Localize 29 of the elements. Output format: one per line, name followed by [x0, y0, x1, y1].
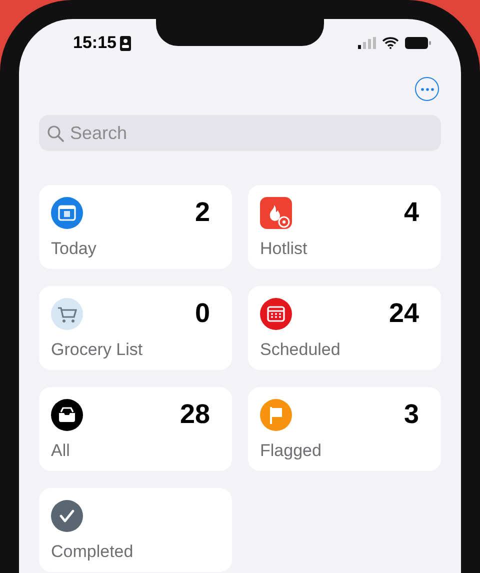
list-label: Flagged	[260, 440, 322, 462]
list-label: All	[51, 440, 71, 462]
list-card[interactable]: 4 Hotlist	[248, 185, 441, 269]
list-count: 28	[180, 399, 211, 429]
list-card[interactable]: 3 Flagged	[248, 387, 441, 471]
contact-card-icon	[120, 36, 132, 50]
wifi-icon	[382, 37, 399, 49]
status-time: 15:15	[73, 32, 116, 54]
battery-icon	[405, 37, 431, 49]
list-card[interactable]: 0 Grocery List	[39, 286, 232, 370]
list-count: 24	[388, 298, 420, 328]
list-label: Grocery List	[51, 338, 144, 360]
list-count: 3	[404, 399, 420, 429]
list-label: Completed	[51, 540, 134, 562]
ellipsis-icon	[420, 88, 434, 90]
list-label: Today	[51, 238, 98, 260]
signal-icon	[358, 37, 376, 49]
search-field[interactable]: Search	[39, 115, 441, 151]
more-button[interactable]	[415, 77, 439, 101]
list-count: 0	[194, 298, 211, 328]
search-icon	[47, 125, 64, 142]
list-label: Scheduled	[260, 338, 342, 360]
list-card[interactable]: Completed	[39, 488, 232, 572]
list-label: Hotlist	[260, 238, 308, 260]
list-count: 2	[194, 197, 211, 227]
list-count: 4	[404, 197, 420, 227]
list-card[interactable]: 24 Scheduled	[248, 286, 441, 370]
list-card[interactable]: 28 All	[39, 387, 232, 471]
list-card[interactable]: 2 Today	[39, 185, 232, 269]
